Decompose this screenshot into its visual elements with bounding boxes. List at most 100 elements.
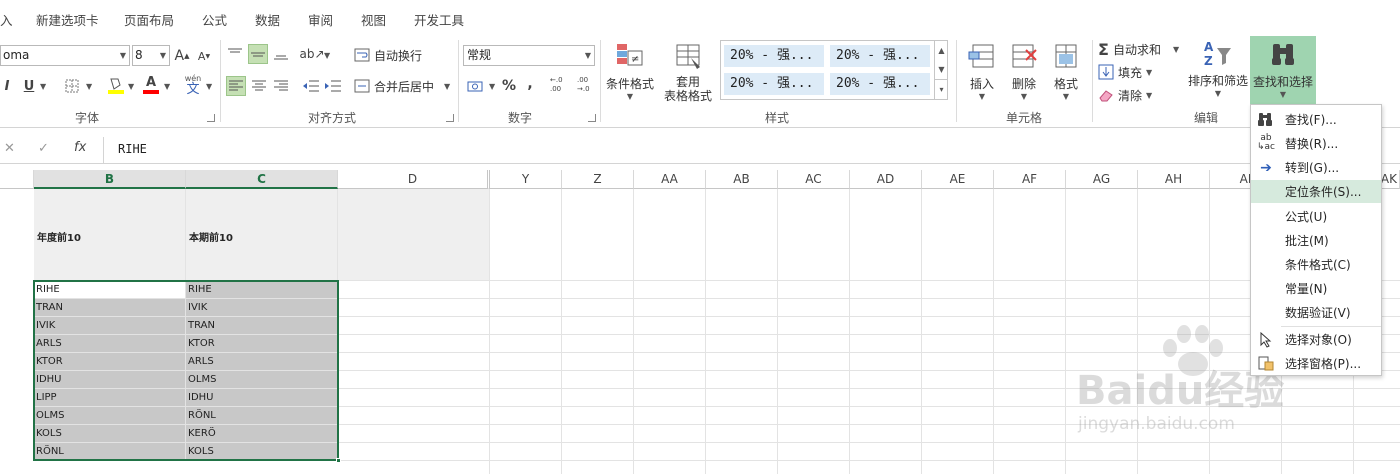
grow-font-button[interactable]: A ▲ <box>174 46 190 66</box>
tab-developer[interactable]: 开发工具 <box>414 10 464 29</box>
increase-decimal-button[interactable]: ←.0 .00 <box>550 76 572 94</box>
percent-button[interactable]: % <box>502 76 516 96</box>
align-top-button[interactable] <box>226 44 244 64</box>
cell-b-4[interactable]: ARLS <box>34 335 186 353</box>
cell-c-1[interactable]: RIHE <box>186 281 338 299</box>
clear-button[interactable]: 清除 ▼ <box>1098 85 1152 105</box>
fill-handle[interactable] <box>336 458 341 463</box>
gallery-scroll[interactable]: ▲ ▼ ▾ <box>934 41 948 99</box>
dialog-launcher-icon[interactable] <box>207 114 215 122</box>
menu-item-comments[interactable]: 批注(M) <box>1251 229 1381 252</box>
insert-function-icon[interactable]: fx <box>74 140 86 155</box>
decrease-decimal-button[interactable]: .00 →.0 <box>577 76 599 94</box>
menu-item-constants[interactable]: 常量(N) <box>1251 277 1381 300</box>
tab-view[interactable]: 视图 <box>361 10 386 29</box>
header-cell-c[interactable]: 本期前10 <box>186 189 338 281</box>
menu-item-data-validation[interactable]: 数据验证(V) <box>1251 301 1381 324</box>
header-cell-b[interactable]: 年度前10 <box>34 189 186 281</box>
cell-b-5[interactable]: KTOR <box>34 353 186 371</box>
cell-b-6[interactable]: IDHU <box>34 371 186 389</box>
menu-item-selection-pane[interactable]: 选择窗格(P)... <box>1251 352 1381 375</box>
underline-button[interactable]: U <box>22 76 36 96</box>
dialog-launcher-icon[interactable] <box>588 114 596 122</box>
cell-c-3[interactable]: TRAN <box>186 317 338 335</box>
column-header-y[interactable]: Y <box>490 170 562 189</box>
column-header-z[interactable]: Z <box>562 170 634 189</box>
align-right-button[interactable] <box>272 76 290 96</box>
chevron-up-icon[interactable]: ▲ <box>935 41 948 60</box>
decrease-indent-button[interactable] <box>302 76 320 96</box>
cell-c-10[interactable]: KOLS <box>186 443 338 461</box>
style-accent-2[interactable]: 20% - 强... <box>830 45 930 67</box>
accounting-format-button[interactable] <box>466 76 486 96</box>
header-cell-d[interactable] <box>338 189 490 281</box>
format-as-table-button[interactable]: 套用 表格格式 <box>658 40 718 106</box>
comma-button[interactable]: , <box>524 74 536 94</box>
menu-item-conditional-formatting[interactable]: 条件格式(C) <box>1251 253 1381 276</box>
style-accent-4[interactable]: 20% - 强... <box>830 73 930 95</box>
column-header-ah[interactable]: AH <box>1138 170 1210 189</box>
cell-b-1[interactable]: RIHE <box>34 281 186 299</box>
tab-insert[interactable]: 入 <box>0 10 13 29</box>
align-middle-button[interactable] <box>248 44 268 64</box>
column-header-ag[interactable]: AG <box>1066 170 1138 189</box>
fill-color-button[interactable] <box>106 74 126 96</box>
border-button[interactable] <box>62 76 82 96</box>
cell-c-7[interactable]: IDHU <box>186 389 338 407</box>
merge-center-button[interactable]: 合并后居中 ▼ <box>354 76 450 96</box>
worksheet-grid[interactable]: B C D Y Z AA AB AC AD AE AF AG AH AI AK … <box>0 170 1400 474</box>
shrink-font-button[interactable]: A ▼ <box>196 46 212 66</box>
column-header-c[interactable]: C <box>186 170 338 189</box>
tab-page-layout[interactable]: 页面布局 <box>124 10 174 29</box>
menu-item-formulas[interactable]: 公式(U) <box>1251 205 1381 228</box>
menu-item-find[interactable]: 查找(F)... <box>1251 108 1381 131</box>
column-header-af[interactable]: AF <box>994 170 1066 189</box>
phonetic-button[interactable]: wén 文 <box>184 74 202 98</box>
column-header-ab[interactable]: AB <box>706 170 778 189</box>
column-header-ad[interactable]: AD <box>850 170 922 189</box>
font-color-button[interactable]: A <box>142 74 160 96</box>
tab-formulas[interactable]: 公式 <box>202 10 227 29</box>
menu-item-goto-special[interactable]: 定位条件(S)... <box>1251 180 1381 203</box>
column-header-ac[interactable]: AC <box>778 170 850 189</box>
menu-item-goto[interactable]: ➔ 转到(G)... <box>1251 156 1381 179</box>
cell-c-9[interactable]: KERÖ <box>186 425 338 443</box>
cell-c-8[interactable]: RÖNL <box>186 407 338 425</box>
cell-b-10[interactable]: RÖNL <box>34 443 186 461</box>
column-header-d[interactable]: D <box>338 170 490 189</box>
tab-new-tab[interactable]: 新建选项卡 <box>36 10 99 29</box>
align-left-button[interactable] <box>226 76 246 96</box>
cell-b-7[interactable]: LIPP <box>34 389 186 407</box>
font-size-box[interactable]: 8 ▼ <box>132 45 170 66</box>
font-name-box[interactable]: oma ▼ <box>0 45 130 66</box>
dialog-launcher-icon[interactable] <box>446 114 454 122</box>
cell-c-4[interactable]: KTOR <box>186 335 338 353</box>
increase-indent-button[interactable] <box>324 76 342 96</box>
cell-c-6[interactable]: OLMS <box>186 371 338 389</box>
fill-button[interactable]: 填充 ▼ <box>1098 62 1152 82</box>
cell-b-9[interactable]: KOLS <box>34 425 186 443</box>
cell-b-3[interactable]: IVIK <box>34 317 186 335</box>
more-icon[interactable]: ▾ <box>935 79 948 98</box>
style-accent-3[interactable]: 20% - 强... <box>724 73 824 95</box>
column-header-aa[interactable]: AA <box>634 170 706 189</box>
insert-button[interactable]: 插入 ▼ <box>962 40 1002 106</box>
column-header-ae[interactable]: AE <box>922 170 994 189</box>
cell-c-2[interactable]: IVIK <box>186 299 338 317</box>
cell-b-8[interactable]: OLMS <box>34 407 186 425</box>
delete-button[interactable]: 删除 ▼ <box>1004 40 1044 106</box>
number-format-box[interactable]: 常规 ▼ <box>463 45 595 66</box>
style-accent-1[interactable]: 20% - 强... <box>724 45 824 67</box>
orientation-button[interactable]: ab↗ <box>299 44 324 64</box>
find-select-button[interactable]: 查找和选择 ▼ <box>1250 36 1316 104</box>
menu-item-replace[interactable]: ab ↳ac 替换(R)... <box>1251 132 1381 155</box>
sort-filter-button[interactable]: A Z 排序和筛选 ▼ <box>1186 40 1250 106</box>
confirm-icon[interactable]: ✓ <box>38 141 49 156</box>
column-header-b[interactable]: B <box>34 170 186 189</box>
autosum-button[interactable]: Σ 自动求和 ▼ <box>1098 39 1179 59</box>
conditional-format-button[interactable]: ≠ 条件格式 ▼ <box>604 40 656 106</box>
chevron-down-icon[interactable]: ▼ <box>935 60 948 79</box>
cancel-icon[interactable]: ✕ <box>4 141 15 156</box>
align-bottom-button[interactable] <box>272 44 290 64</box>
italic-button[interactable]: I <box>0 76 14 96</box>
